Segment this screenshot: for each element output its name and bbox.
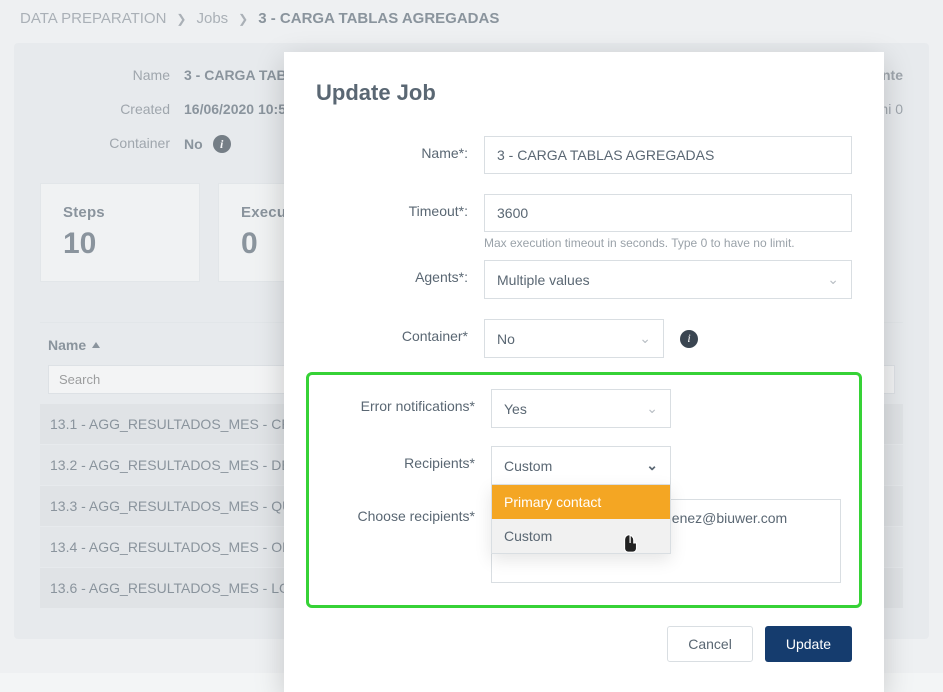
error-notification-highlight: Error notifications* Yes ⌄ Recipients* C… — [306, 372, 862, 608]
recipients-value: Custom — [504, 458, 552, 474]
choose-recipients-label: Choose recipients* — [323, 499, 491, 524]
name-input[interactable] — [484, 136, 852, 174]
name-label: Name*: — [316, 136, 484, 161]
errnotif-label: Error notifications* — [323, 389, 491, 414]
chevron-down-icon: ⌄ — [639, 330, 651, 347]
timeout-hint: Max execution timeout in seconds. Type 0… — [484, 236, 852, 250]
chevron-down-icon: ⌄ — [646, 400, 658, 417]
container-value: No — [497, 331, 515, 347]
container-select[interactable]: No ⌄ — [484, 319, 664, 358]
chevron-down-icon: ⌄ — [827, 271, 839, 288]
recipients-label: Recipients* — [323, 446, 491, 471]
recipients-select[interactable]: Custom ⌄ — [491, 446, 671, 485]
errnotif-value: Yes — [504, 401, 527, 417]
container-label: Container* — [316, 319, 484, 344]
cancel-button[interactable]: Cancel — [667, 626, 753, 662]
agents-label: Agents*: — [316, 260, 484, 285]
agents-value: Multiple values — [497, 272, 590, 288]
update-button[interactable]: Update — [765, 626, 852, 662]
modal-title: Update Job — [316, 80, 852, 106]
agents-select[interactable]: Multiple values ⌄ — [484, 260, 852, 299]
option-primary-contact[interactable]: Primary contact — [492, 485, 670, 519]
chevron-down-icon: ⌄ — [646, 457, 658, 474]
recipients-dropdown: Primary contact Custom — [491, 484, 671, 554]
option-custom[interactable]: Custom — [492, 519, 670, 553]
info-icon[interactable]: i — [680, 330, 698, 348]
errnotif-select[interactable]: Yes ⌄ — [491, 389, 671, 428]
update-job-modal: Update Job Name*: Timeout*: Max executio… — [284, 52, 884, 692]
timeout-input[interactable] — [484, 194, 852, 232]
timeout-label: Timeout*: — [316, 194, 484, 219]
